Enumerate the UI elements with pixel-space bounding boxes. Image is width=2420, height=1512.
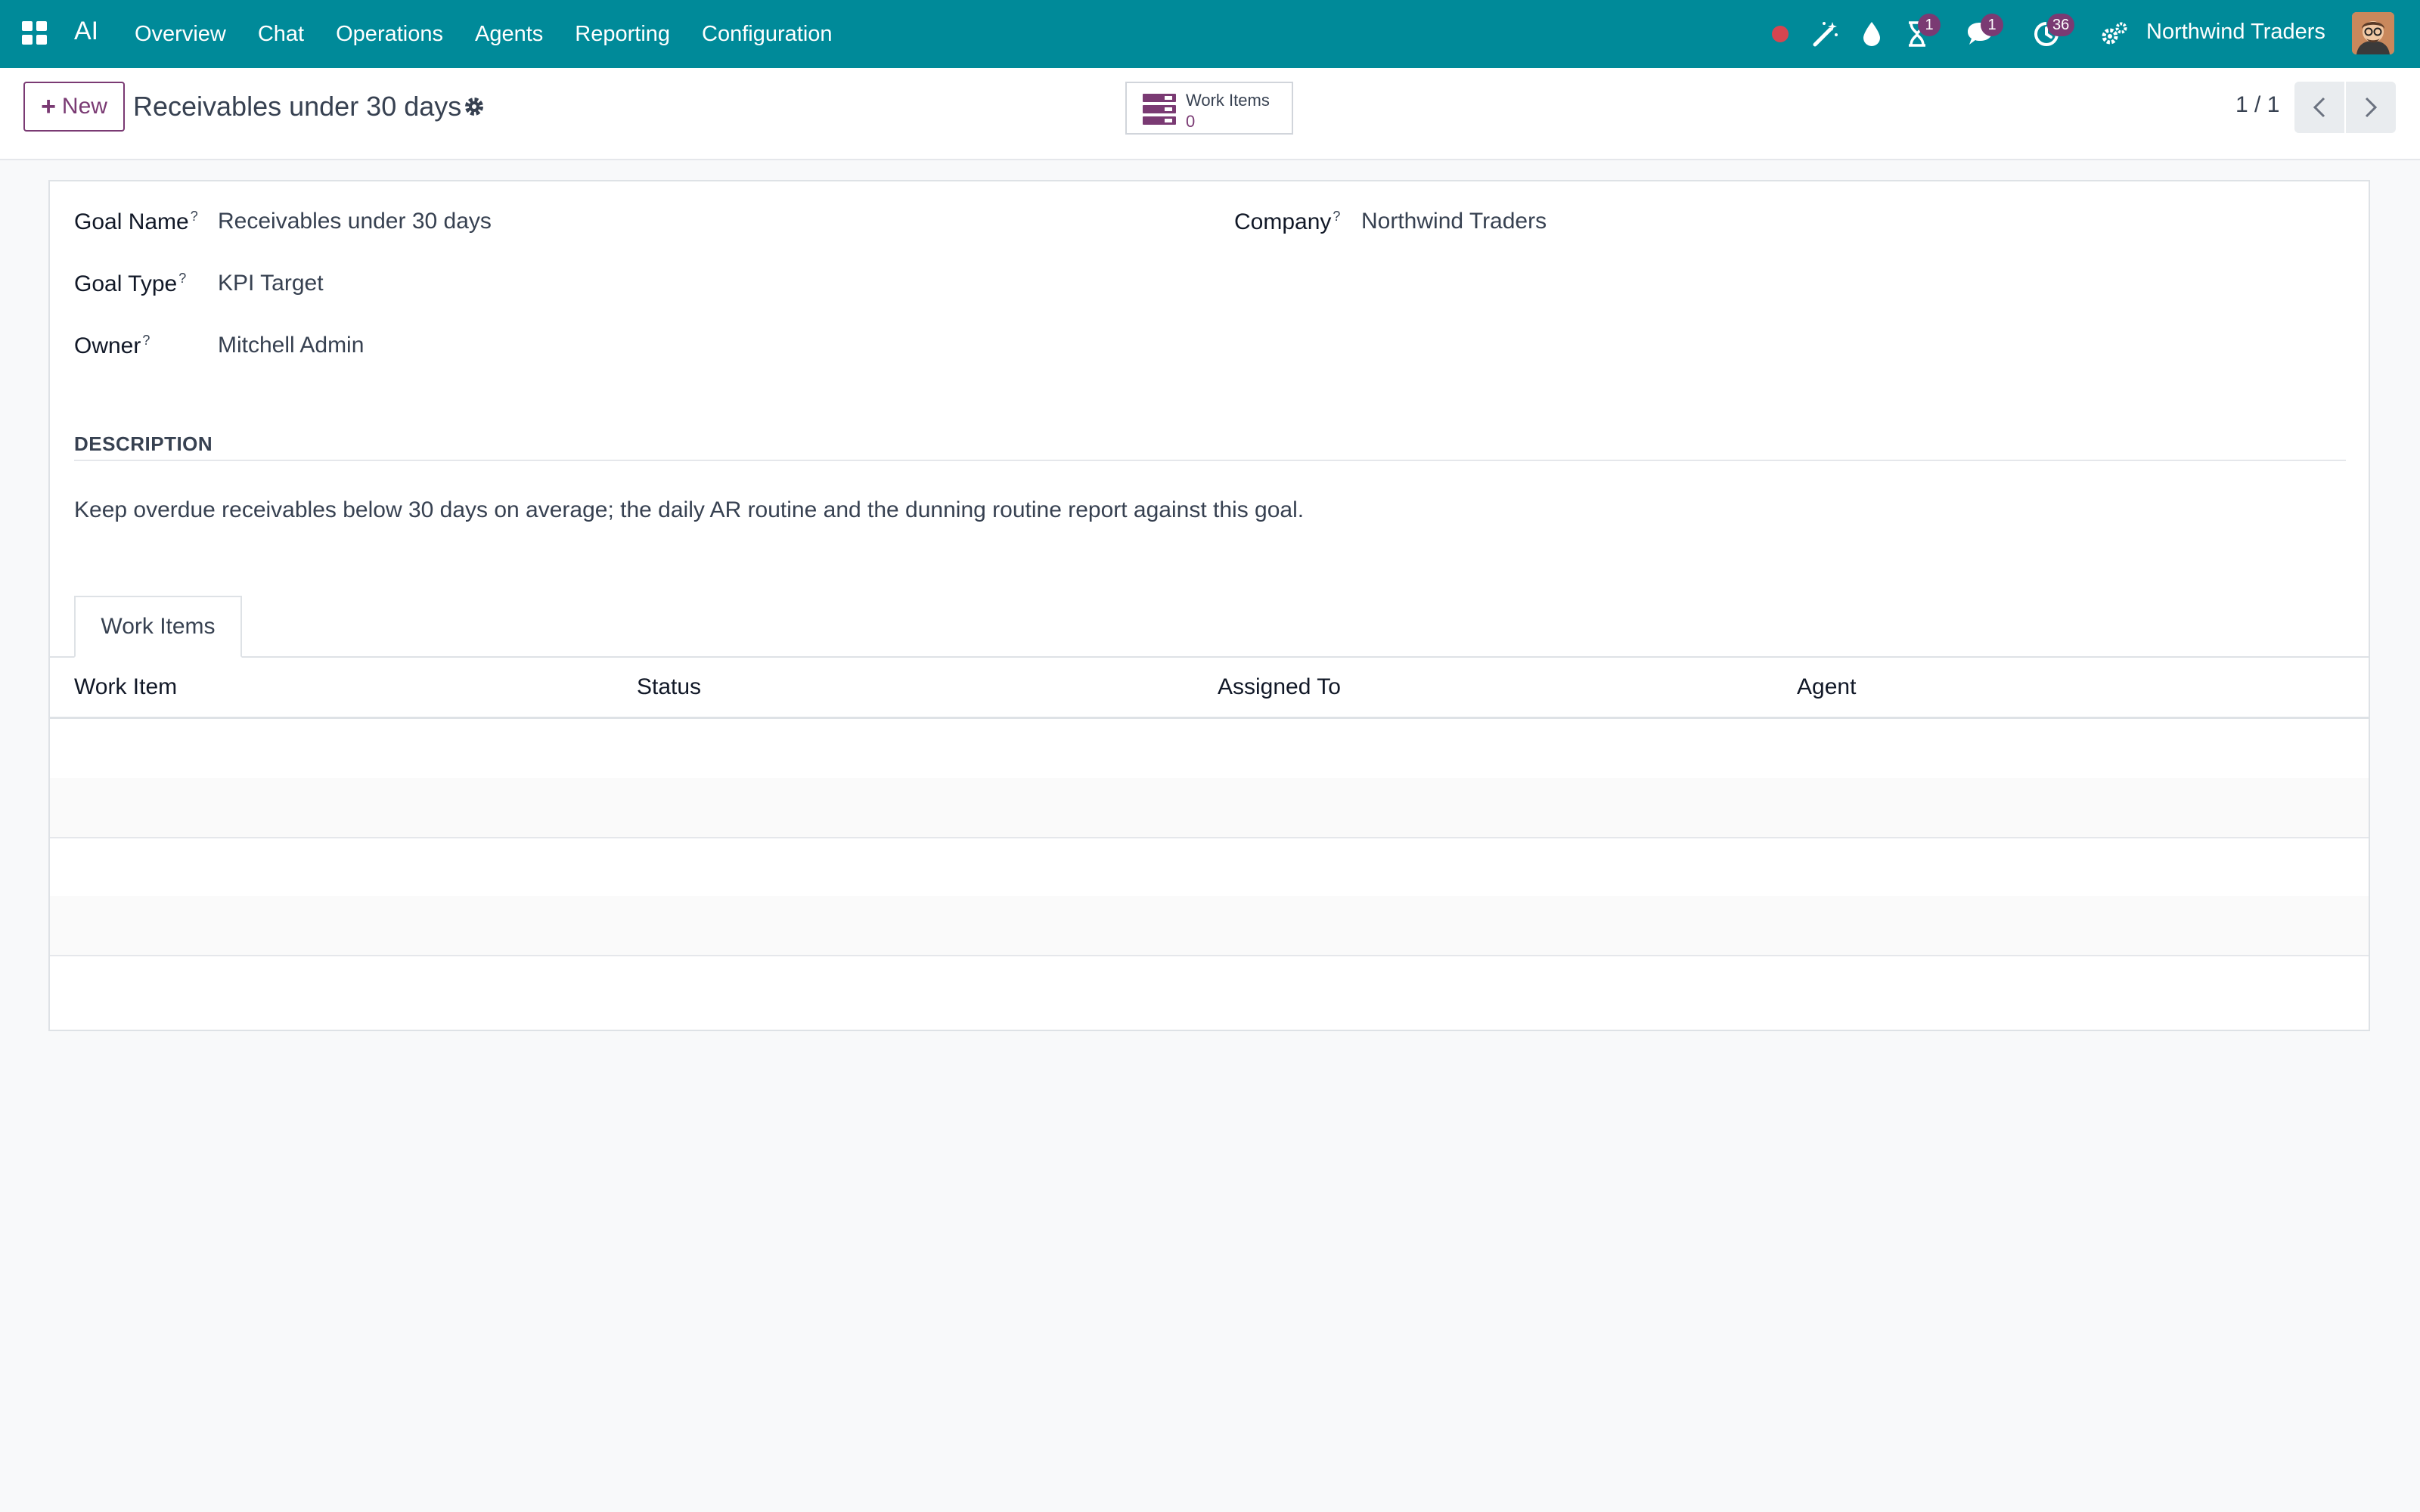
record-dot-icon[interactable]	[1764, 18, 1796, 50]
column-agent[interactable]: Agent	[1797, 674, 1856, 700]
pager-next-button[interactable]	[2346, 82, 2396, 133]
goal-name-label: Goal Name?	[74, 209, 198, 234]
record-title: Receivables under 30 days	[133, 91, 462, 122]
column-work-item[interactable]: Work Item	[74, 674, 177, 700]
messages-badge: 1	[1981, 14, 2003, 36]
company-switcher[interactable]: Northwind Traders	[2146, 20, 2325, 45]
user-avatar[interactable]	[2352, 12, 2394, 54]
help-tooltip-icon[interactable]: ?	[191, 209, 198, 224]
goal-type-label: Goal Type?	[74, 271, 187, 296]
work-items-count: 0	[1186, 112, 1196, 131]
help-tooltip-icon[interactable]: ?	[178, 271, 186, 286]
menu-agents[interactable]: Agents	[475, 22, 543, 47]
main-menu: Overview Chat Operations Agents Reportin…	[135, 0, 864, 68]
pager-value[interactable]: 1 / 1	[2235, 92, 2279, 118]
control-panel: + New Receivables under 30 days Work Ite…	[0, 68, 2420, 160]
empty-table-row	[50, 778, 2369, 838]
section-divider	[74, 460, 2346, 461]
chevron-right-icon	[2365, 97, 2378, 118]
menu-reporting[interactable]: Reporting	[575, 22, 670, 47]
plus-icon: +	[41, 92, 56, 121]
gear-icon[interactable]	[463, 95, 486, 118]
work-items-smart-button[interactable]: Work Items 0	[1125, 82, 1293, 135]
owner-label: Owner?	[74, 333, 150, 358]
owner-field[interactable]: Mitchell Admin	[218, 333, 364, 358]
menu-configuration[interactable]: Configuration	[702, 22, 833, 47]
app-name[interactable]: AI	[74, 17, 98, 46]
empty-table-row	[50, 719, 2369, 779]
company-field[interactable]: Northwind Traders	[1361, 209, 1547, 234]
empty-table-row	[50, 896, 2369, 956]
company-label: Company?	[1234, 209, 1341, 234]
server-stack-icon	[1143, 94, 1176, 125]
activity-badge: 1	[1918, 14, 1941, 36]
timer-badge: 36	[2047, 14, 2075, 36]
table-header: Work Item Status Assigned To Agent	[50, 658, 2369, 719]
column-assigned-to[interactable]: Assigned To	[1218, 674, 1341, 700]
work-items-label: Work Items	[1186, 91, 1270, 110]
menu-operations[interactable]: Operations	[336, 22, 443, 47]
chevron-left-icon	[2313, 97, 2325, 118]
new-button-label: New	[61, 94, 107, 119]
top-navbar: AI Overview Chat Operations Agents Repor…	[0, 0, 2420, 68]
description-field[interactable]: Keep overdue receivables below 30 days o…	[74, 497, 1304, 523]
pager-previous-button[interactable]	[2294, 82, 2344, 133]
help-tooltip-icon[interactable]: ?	[1333, 209, 1340, 224]
description-section-title: DESCRIPTION	[74, 432, 213, 455]
empty-table-row	[50, 837, 2369, 897]
messages-icon[interactable]: 1	[1964, 14, 2003, 50]
form-sheet: Goal Name? Receivables under 30 days Goa…	[48, 180, 2370, 1031]
menu-overview[interactable]: Overview	[135, 22, 226, 47]
column-status[interactable]: Status	[637, 674, 701, 700]
drop-icon[interactable]	[1856, 18, 1888, 50]
activity-hourglass-icon[interactable]: 1	[1901, 14, 1941, 50]
new-button[interactable]: + New	[23, 82, 125, 132]
timer-clock-icon[interactable]: 36	[2031, 14, 2075, 50]
goal-name-field[interactable]: Receivables under 30 days	[218, 209, 492, 234]
settings-gears-icon[interactable]	[2099, 18, 2130, 50]
help-tooltip-icon[interactable]: ?	[142, 333, 150, 348]
magic-wand-icon[interactable]	[1809, 18, 1841, 50]
tab-work-items[interactable]: Work Items	[74, 596, 242, 658]
menu-chat[interactable]: Chat	[258, 22, 304, 47]
apps-grid-icon[interactable]	[21, 20, 48, 47]
goal-type-field[interactable]: KPI Target	[218, 271, 324, 296]
